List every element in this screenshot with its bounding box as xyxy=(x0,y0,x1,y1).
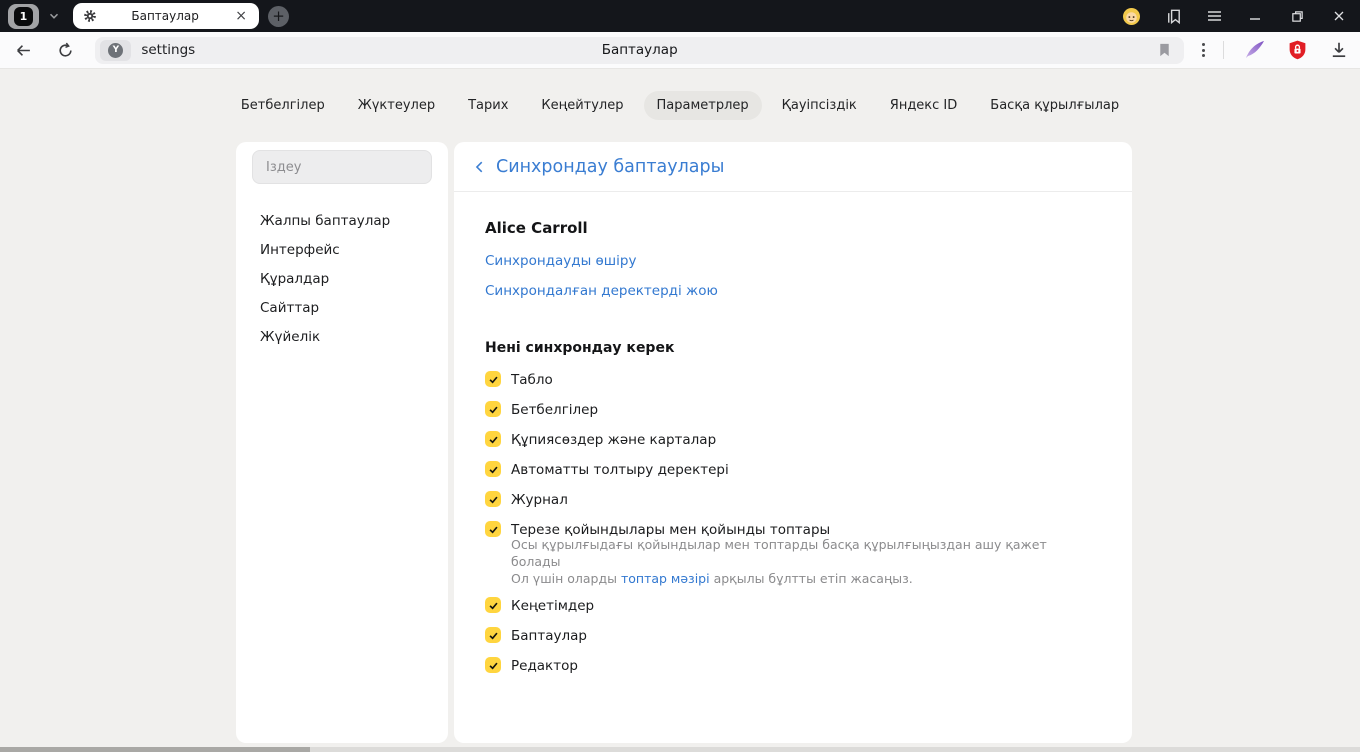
checkbox-checked-icon[interactable] xyxy=(485,657,501,673)
settings-nav-tabs: Бетбелгілер Жүктеулер Тарих Кеңейтулер П… xyxy=(0,91,1360,120)
chevron-left-icon xyxy=(475,161,483,172)
protect-icon: Y xyxy=(108,42,124,58)
tab-count: 1 xyxy=(14,6,33,26)
checkbox-checked-icon[interactable] xyxy=(485,521,501,537)
tab-close-icon[interactable]: × xyxy=(233,9,249,23)
tab-list-chevron-button[interactable] xyxy=(41,3,67,29)
sync-option-passwords[interactable]: Құпиясөздер және карталар xyxy=(485,431,1092,448)
settings-page: Бетбелгілер Жүктеулер Тарих Кеңейтулер П… xyxy=(0,70,1360,752)
url-text: settings xyxy=(141,42,196,58)
close-window-button[interactable] xyxy=(1330,7,1348,25)
sync-settings-panel: Синхрондау баптаулары Alice Carroll Синх… xyxy=(454,142,1132,743)
checkbox-checked-icon[interactable] xyxy=(485,371,501,387)
back-button[interactable] xyxy=(12,38,36,62)
reload-icon xyxy=(59,42,72,57)
sync-option-bookmarks[interactable]: Бетбелгілер xyxy=(485,401,1092,418)
section-title: Нені синхрондау керек xyxy=(485,340,675,356)
minimize-icon xyxy=(1250,18,1260,20)
tab-security[interactable]: Қауіпсіздік xyxy=(769,91,870,120)
window-titlebar: 1 Баптаулар × + xyxy=(0,0,1360,32)
tab-bookmarks[interactable]: Бетбелгілер xyxy=(228,91,338,120)
sync-option-autofill[interactable]: Автоматты толтыру деректері xyxy=(485,461,1092,478)
search-input[interactable] xyxy=(252,150,432,184)
scrollbar-thumb[interactable] xyxy=(0,747,310,752)
reload-button[interactable] xyxy=(54,38,78,62)
tab-downloads[interactable]: Жүктеулер xyxy=(345,91,448,120)
sync-option-tabs-description: Осы құрылғыдағы қойындылар мен топтарды … xyxy=(511,537,1047,586)
adblock-shield-icon[interactable] xyxy=(1282,38,1312,62)
extensions-menu-icon[interactable] xyxy=(1194,37,1213,63)
omnibox-page-title: Баптаулар xyxy=(601,42,678,58)
page-title: Синхрондау баптаулары xyxy=(496,156,725,177)
checkbox-checked-icon[interactable] xyxy=(485,491,501,507)
tab-other-devices[interactable]: Басқа құрылғылар xyxy=(977,91,1132,120)
tab-title: Баптаулар xyxy=(131,9,199,23)
address-bar[interactable]: Y settings Баптаулар xyxy=(95,36,1185,64)
new-tab-button[interactable]: + xyxy=(268,5,289,27)
panel-header: Синхрондау баптаулары xyxy=(454,142,1132,192)
delete-synced-data-link[interactable]: Синхрондалған деректерді жою xyxy=(485,284,718,298)
menu-icon[interactable] xyxy=(1207,9,1222,23)
tab-groups-menu-link[interactable]: топтар мәзірі xyxy=(621,571,710,586)
tab-settings[interactable]: Параметрлер xyxy=(643,91,762,120)
back-arrow-icon xyxy=(17,44,31,56)
tab-extensions[interactable]: Кеңейтулер xyxy=(528,91,636,120)
site-permissions-badge[interactable]: Y xyxy=(100,39,132,61)
sync-option-extensions[interactable]: Кеңетімдер xyxy=(485,597,1092,614)
tab-history[interactable]: Тарих xyxy=(455,91,521,120)
bookmark-icon[interactable] xyxy=(1157,42,1172,62)
feather-extension-icon[interactable] xyxy=(1240,38,1270,62)
sidebar-item-system[interactable]: Жүйелік xyxy=(236,323,448,352)
browser-tab-settings[interactable]: Баптаулар × xyxy=(73,3,259,29)
sync-option-settings[interactable]: Баптаулар xyxy=(485,627,1092,644)
checkbox-checked-icon[interactable] xyxy=(485,401,501,417)
plus-icon: + xyxy=(272,6,285,25)
close-icon xyxy=(1334,11,1344,21)
checkbox-checked-icon[interactable] xyxy=(485,597,501,613)
chevron-down-icon xyxy=(49,13,59,19)
sidebar-item-interface[interactable]: Интерфейс xyxy=(236,236,448,265)
sync-option-tableau[interactable]: Табло xyxy=(485,371,1092,388)
gear-icon xyxy=(83,9,97,23)
sync-option-editor[interactable]: Редактор xyxy=(485,657,1092,674)
tab-yandex-id[interactable]: Яндекс ID xyxy=(877,91,971,120)
restore-icon xyxy=(1291,10,1303,22)
downloads-icon[interactable] xyxy=(1324,38,1354,62)
sidebar-item-general[interactable]: Жалпы баптаулар xyxy=(236,207,448,236)
minimize-button[interactable] xyxy=(1246,7,1264,25)
bookmarks-panel-icon[interactable] xyxy=(1164,7,1183,25)
sync-account-name: Alice Carroll xyxy=(485,219,588,237)
tab-counter-button[interactable]: 1 xyxy=(8,3,39,29)
sidebar-item-tools[interactable]: Құралдар xyxy=(236,265,448,294)
toolbar-divider xyxy=(1223,41,1225,59)
sidebar-item-sites[interactable]: Сайттар xyxy=(236,294,448,323)
checkbox-checked-icon[interactable] xyxy=(485,627,501,643)
settings-sidebar: Жалпы баптаулар Интерфейс Құралдар Сайтт… xyxy=(236,142,448,743)
disable-sync-link[interactable]: Синхрондауды өшіру xyxy=(485,254,636,268)
browser-toolbar: Y settings Баптаулар xyxy=(0,32,1360,69)
maximize-button[interactable] xyxy=(1288,7,1306,25)
sync-option-history[interactable]: Журнал xyxy=(485,491,1092,508)
horizontal-scrollbar xyxy=(0,747,1360,752)
checkbox-checked-icon[interactable] xyxy=(485,461,501,477)
avatar[interactable] xyxy=(1123,7,1140,25)
sidebar-list: Жалпы баптаулар Интерфейс Құралдар Сайтт… xyxy=(236,207,448,352)
back-chevron-button[interactable] xyxy=(470,157,490,177)
checkbox-checked-icon[interactable] xyxy=(485,431,501,447)
